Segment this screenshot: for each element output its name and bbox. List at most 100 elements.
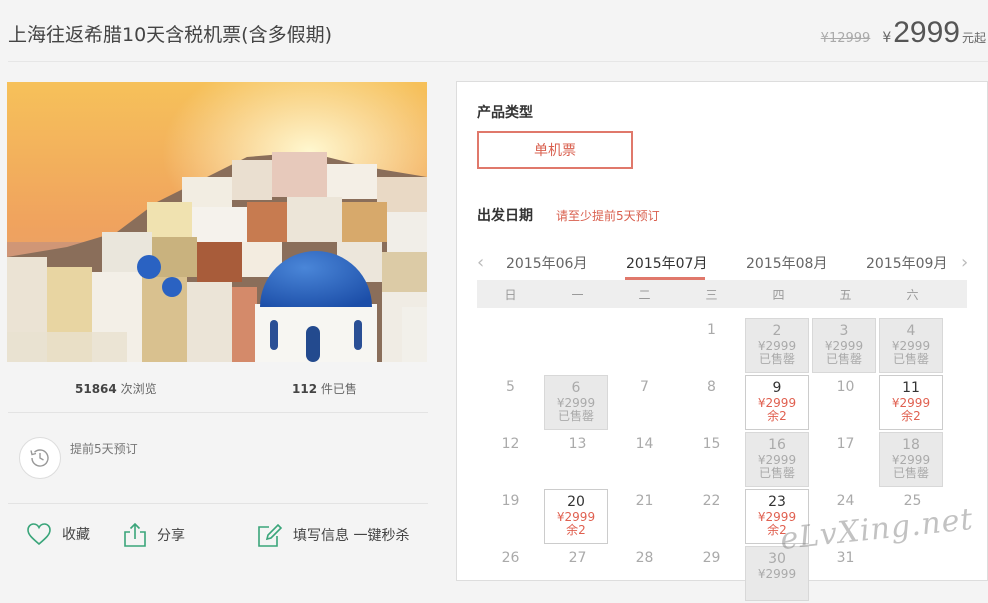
day-number: 24 xyxy=(836,493,855,509)
calendar-day-cell: 8 xyxy=(678,375,745,432)
soldout-day: 6 ¥2999 已售罄 xyxy=(544,375,608,430)
calendar-day-cell: 5 xyxy=(477,375,544,432)
calendar-grid: 1 2 ¥2999 已售罄 3 ¥2999 已售罄 4 ¥2999 已售罄 5 6 ¥2999 已售罄 7 8… xyxy=(477,318,967,603)
month-tab-07[interactable]: 2015年07月 xyxy=(626,253,707,273)
available-day[interactable]: 11 ¥2999 余2 xyxy=(879,375,943,430)
calendar-day-cell: 18 ¥2999 已售罄 xyxy=(879,432,946,489)
weekday-label: 一 xyxy=(571,287,584,302)
advance-booking-text: 提前5天预订 xyxy=(70,442,138,456)
product-photo xyxy=(7,82,427,362)
sold-label: 件已售 xyxy=(320,382,357,396)
month-tab-08[interactable]: 2015年08月 xyxy=(746,253,827,273)
day-number: 21 xyxy=(635,493,654,509)
day-number: 3 xyxy=(839,323,849,339)
favorite-label: 收藏 xyxy=(62,527,90,543)
day-number: 17 xyxy=(836,436,855,452)
soldout-day: 18 ¥2999 已售罄 xyxy=(879,432,943,487)
calendar-day-cell: 22 xyxy=(678,489,745,546)
weekday-label: 二 xyxy=(638,287,651,302)
favorite-button[interactable]: 收藏 xyxy=(26,522,90,546)
day-number: 28 xyxy=(635,550,654,566)
day-number: 7 xyxy=(640,379,649,395)
day-number: 18 xyxy=(902,437,920,453)
day-number: 6 xyxy=(571,380,581,396)
advance-booking-info: 提前5天预订 xyxy=(19,437,140,479)
day-number: 14 xyxy=(635,436,654,452)
share-label: 分享 xyxy=(157,528,185,544)
product-stats: 51864 次浏览 112 件已售 xyxy=(8,380,428,400)
share-button[interactable]: 分享 xyxy=(123,522,185,548)
month-tab-09[interactable]: 2015年09月 xyxy=(866,253,947,273)
soldout-day: 16 ¥2999 已售罄 xyxy=(745,432,809,487)
day-status: 已售罄 xyxy=(892,352,929,366)
clock-history-icon xyxy=(19,437,61,479)
soldout-day: 3 ¥2999 已售罄 xyxy=(812,318,876,373)
calendar-day-cell: 12 xyxy=(477,432,544,489)
day-status: 已售罄 xyxy=(892,466,929,480)
calendar-day-cell xyxy=(544,318,611,375)
date-note: 请至少提前5天预订 xyxy=(556,209,660,223)
calendar-day-cell: 3 ¥2999 已售罄 xyxy=(812,318,879,375)
next-month-arrow-icon[interactable]: › xyxy=(961,252,968,273)
soldout-day: 2 ¥2999 已售罄 xyxy=(745,318,809,373)
day-status: 已售罄 xyxy=(557,409,594,423)
day-number: 29 xyxy=(702,550,721,566)
day-number: 15 xyxy=(702,436,721,452)
views-stat: 51864 次浏览 xyxy=(75,380,157,397)
available-day[interactable]: 20 ¥2999 余2 xyxy=(544,489,608,544)
day-number: 4 xyxy=(906,323,916,339)
day-number: 27 xyxy=(568,550,587,566)
calendar-day-cell: 17 xyxy=(812,432,879,489)
day-number: 8 xyxy=(707,379,716,395)
product-type-label: 产品类型 xyxy=(477,105,533,121)
day-number: 22 xyxy=(702,493,721,509)
day-status: 已售罄 xyxy=(825,352,862,366)
day-number: 12 xyxy=(501,436,520,452)
actions-divider xyxy=(8,503,428,504)
calendar-day-cell xyxy=(611,318,678,375)
day-number: 1 xyxy=(707,322,716,338)
day-number: 16 xyxy=(768,437,786,453)
calendar-day-cell: 6 ¥2999 已售罄 xyxy=(544,375,611,432)
calendar-day-cell: 14 xyxy=(611,432,678,489)
calendar-day-cell: 13 xyxy=(544,432,611,489)
calendar-day-cell: 16 ¥2999 已售罄 xyxy=(745,432,812,489)
prev-month-arrow-icon[interactable]: ‹ xyxy=(477,252,484,273)
day-number: 11 xyxy=(902,380,920,396)
weekday-header: 日一二三四五六 xyxy=(477,280,967,308)
calendar-day-cell: 29 xyxy=(678,546,745,603)
calendar-day-cell: 31 xyxy=(812,546,879,603)
edit-icon xyxy=(258,523,283,547)
day-number: 9 xyxy=(772,380,782,396)
calendar-day-cell: 21 xyxy=(611,489,678,546)
day-number: 13 xyxy=(568,436,587,452)
calendar-day-cell: 28 xyxy=(611,546,678,603)
original-price: ¥12999 xyxy=(820,31,871,46)
weekday-label: 六 xyxy=(906,287,919,302)
departure-date-label: 出发日期 xyxy=(477,208,533,224)
fill-info-button[interactable]: 填写信息 一键秒杀 xyxy=(257,522,409,548)
month-tab-06[interactable]: 2015年06月 xyxy=(506,253,587,273)
calendar-day-cell: 7 xyxy=(611,375,678,432)
booking-panel: 产品类型 单机票 出发日期 请至少提前5天预订 ‹ 2015年06月 2015年… xyxy=(456,81,988,601)
calendar-day-cell: 26 xyxy=(477,546,544,603)
price-unit: 元起 xyxy=(961,31,986,45)
day-price: ¥2999 xyxy=(757,567,797,581)
weekday-label: 四 xyxy=(772,287,785,302)
available-day[interactable]: 9 ¥2999 余2 xyxy=(745,375,809,430)
product-type-option-button[interactable]: 单机票 xyxy=(477,131,633,169)
day-number: 20 xyxy=(567,494,585,510)
calendar-day-cell: 4 ¥2999 已售罄 xyxy=(879,318,946,375)
day-status: 已售罄 xyxy=(758,352,795,366)
calendar-day-cell: 2 ¥2999 已售罄 xyxy=(745,318,812,375)
currency-symbol: ¥ xyxy=(882,30,892,46)
header-divider xyxy=(8,61,988,62)
calendar-day-cell[interactable]: 11 ¥2999 余2 xyxy=(879,375,946,432)
price-area: ¥12999 ¥ 2999 元起 xyxy=(821,16,986,50)
day-number: 19 xyxy=(501,493,520,509)
calendar-day-cell xyxy=(477,318,544,375)
calendar-day-cell[interactable]: 20 ¥2999 余2 xyxy=(544,489,611,546)
calendar-day-cell: 10 xyxy=(812,375,879,432)
soldout-day: 4 ¥2999 已售罄 xyxy=(879,318,943,373)
calendar-day-cell[interactable]: 9 ¥2999 余2 xyxy=(745,375,812,432)
